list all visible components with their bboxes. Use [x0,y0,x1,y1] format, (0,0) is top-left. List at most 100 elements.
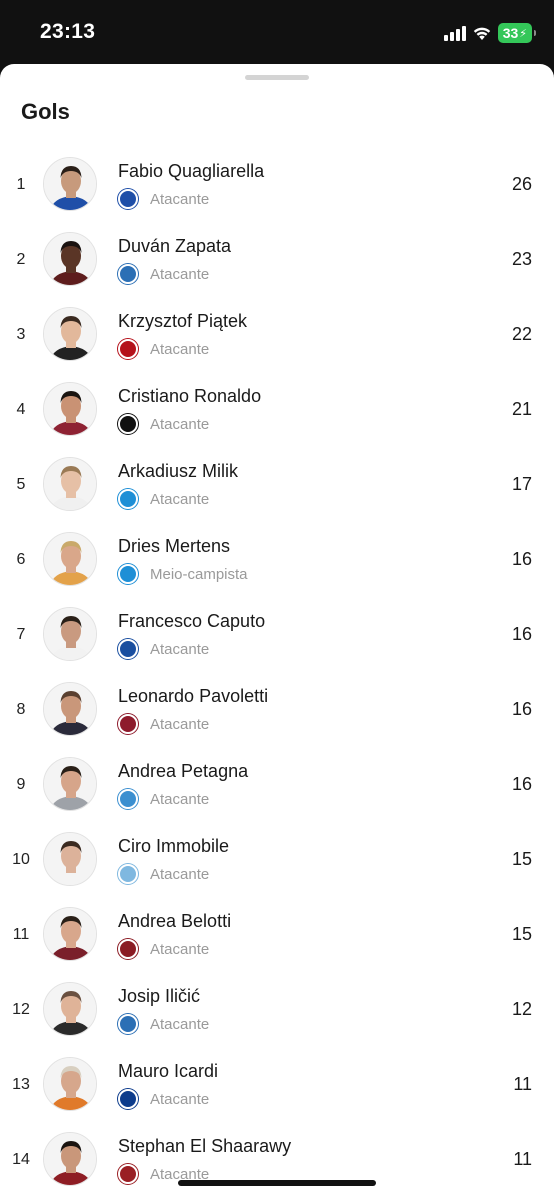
player-rank: 12 [12,1001,30,1018]
status-time: 23:13 [40,20,96,43]
player-goals: 16 [511,549,532,569]
player-name: Josip Iličić [118,986,201,1006]
player-row[interactable]: 1 Fabio Quagliarella Atacante 26 [0,146,554,221]
player-row[interactable]: 2 Duván Zapata Atacante 23 [0,221,554,296]
player-row[interactable]: 10 Ciro Immobile Atacante 15 [0,821,554,896]
player-name: Krzysztof Piątek [118,311,248,331]
player-position-line: Atacante [118,864,209,884]
player-row[interactable]: 13 Mauro Icardi Atacante 11 [0,1046,554,1121]
player-avatar [43,457,97,511]
player-goals: 16 [511,624,532,644]
player-position-line: Atacante [118,189,209,209]
player-goals: 26 [511,174,532,194]
player-goals: 15 [511,924,532,944]
player-name: Andrea Belotti [118,911,232,931]
player-position-line: Atacante [118,714,209,734]
player-goals: 23 [511,249,532,269]
roma-crest-icon [118,1164,138,1184]
sheet-title: Gols [21,99,70,124]
inter-crest-icon [118,1089,138,1109]
player-goals: 16 [511,699,532,719]
player-avatar [43,607,97,661]
player-goals: 17 [511,474,532,494]
player-position: Atacante [150,265,210,283]
player-position: Atacante [150,940,210,958]
player-row[interactable]: 5 Arkadiusz Milik Atacante 17 [0,446,554,521]
player-name: Duván Zapata [118,236,232,256]
player-rank: 14 [12,1151,30,1168]
player-row[interactable]: 7 Francesco Caputo Atacante 16 [0,596,554,671]
player-position: Atacante [150,790,210,808]
player-rank: 11 [12,926,30,943]
player-row[interactable]: 9 Andrea Petagna Atacante 16 [0,746,554,821]
player-name: Cristiano Ronaldo [118,386,262,406]
player-avatar [43,1057,97,1111]
player-avatar [43,757,97,811]
player-row[interactable]: 6 Dries Mertens Meio-campista 16 [0,521,554,596]
player-name: Mauro Icardi [118,1061,219,1081]
player-name: Francesco Caputo [118,611,266,631]
player-position: Atacante [150,640,210,658]
status-icons: 33 ⚡ [443,22,537,44]
napoli-crest-icon [118,564,138,584]
sampdoria-crest-icon [118,189,138,209]
player-rank: 1 [16,176,26,193]
player-row[interactable]: 3 Krzysztof Piątek Atacante 22 [0,296,554,371]
player-position-line: Atacante [118,1014,209,1034]
player-row[interactable]: 12 Josip Iličić Atacante 12 [0,971,554,1046]
player-name: Arkadiusz Milik [118,461,239,481]
player-rank: 13 [12,1076,30,1093]
goals-sheet: Gols 1 Fabio Quagliarella Atacante 26 2 [0,64,554,1199]
player-avatar [43,982,97,1036]
player-position-line: Atacante [118,789,209,809]
player-avatar [43,907,97,961]
player-avatar [43,682,97,736]
player-rank: 7 [16,626,26,643]
player-position: Atacante [150,415,210,433]
player-goals: 11 [513,1074,532,1094]
player-row[interactable]: 4 Cristiano Ronaldo Atacante 21 [0,371,554,446]
player-avatar [43,307,97,361]
player-name: Andrea Petagna [118,761,249,781]
spal-crest-icon [118,789,138,809]
scorers-list: 1 Fabio Quagliarella Atacante 26 2 Duván… [0,146,554,1196]
player-goals: 22 [511,324,532,344]
player-position-line: Atacante [118,339,209,359]
player-avatar [43,382,97,436]
battery-level: 33 [502,25,519,41]
player-rank: 10 [12,851,30,868]
player-rank: 9 [16,776,26,793]
player-position-line: Atacante [118,489,209,509]
player-rank: 8 [16,701,26,718]
player-goals: 12 [511,999,532,1019]
player-name: Fabio Quagliarella [118,161,265,181]
milan-crest-icon [118,339,138,359]
player-position: Atacante [150,1090,210,1108]
cellular-signal-icon [443,25,466,41]
player-position: Atacante [150,715,210,733]
player-rank: 4 [16,401,26,418]
napoli-crest-icon [118,489,138,509]
player-position: Atacante [150,190,210,208]
home-indicator[interactable] [178,1180,376,1186]
player-avatar [43,1132,97,1186]
atalanta-crest-icon [118,264,138,284]
lazio-crest-icon [118,864,138,884]
player-row[interactable]: 11 Andrea Belotti Atacante 15 [0,896,554,971]
sheet-grabber[interactable] [245,75,309,80]
battery-icon: 33 ⚡ [497,23,537,43]
player-position-line: Atacante [118,1089,209,1109]
wifi-icon [472,25,492,41]
player-row[interactable]: 8 Leonardo Pavoletti Atacante 16 [0,671,554,746]
torino-crest-icon [118,939,138,959]
player-position-line: Atacante [118,414,209,434]
player-goals: 21 [511,399,532,419]
player-name: Dries Mertens [118,536,231,556]
atalanta-crest-icon [118,1014,138,1034]
empoli-crest-icon [118,639,138,659]
player-position: Atacante [150,1015,210,1033]
player-rank: 5 [16,476,26,493]
player-avatar [43,232,97,286]
player-position-line: Atacante [118,264,209,284]
player-position-line: Atacante [118,639,209,659]
